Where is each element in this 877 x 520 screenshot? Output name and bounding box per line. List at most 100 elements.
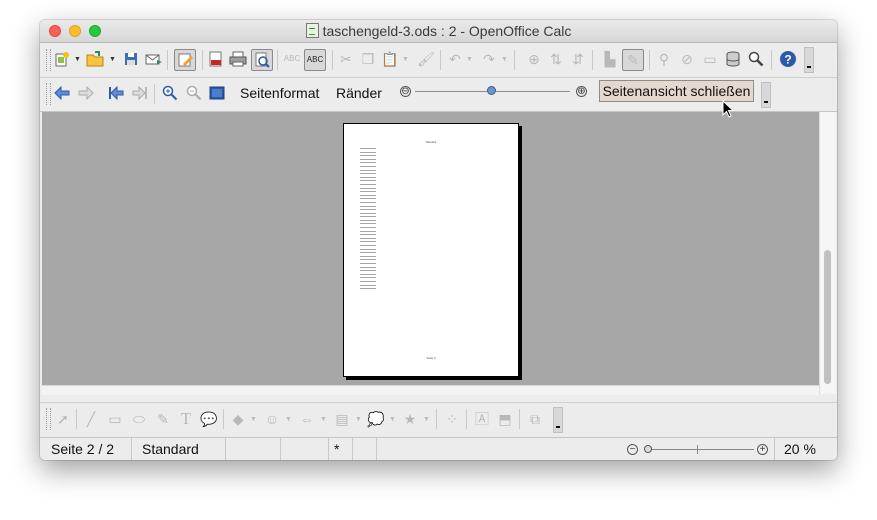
chevron-down-icon[interactable]: ▼ bbox=[109, 56, 116, 63]
toolbar-separator bbox=[436, 409, 437, 429]
standard-toolbar: ▼ ▼ ABC ABC ✂ ❐ 📋 ▼ 🖌 ↶ ▼ ↷ ▼ ⊕ ⇅ ⇵ ▙ ✎ … bbox=[40, 43, 837, 78]
toolbar-grip[interactable] bbox=[46, 49, 51, 71]
edit-file-icon[interactable] bbox=[174, 49, 196, 71]
zoom-out-icon bbox=[185, 84, 203, 102]
spreadsheet-document-icon bbox=[305, 23, 319, 38]
extrusion-icon: ⧉ bbox=[530, 411, 540, 427]
page-text-row bbox=[360, 280, 376, 282]
callouts-icon: 💭 bbox=[367, 411, 385, 427]
basic-shapes-icon: ◆ bbox=[232, 411, 244, 427]
toolbar-separator bbox=[202, 50, 203, 70]
toolbar-separator bbox=[223, 409, 224, 429]
fontwork-icon: 🄰 bbox=[475, 411, 489, 427]
toolbar-overflow-button[interactable] bbox=[553, 407, 563, 433]
symbol-shapes-icon: ☺ bbox=[264, 411, 280, 427]
page-text-row bbox=[360, 205, 376, 207]
zoom-icon[interactable] bbox=[747, 50, 765, 68]
gallery-icon: ▭ bbox=[703, 51, 717, 67]
ellipse-icon: ⬭ bbox=[133, 411, 145, 427]
page-text-row bbox=[360, 180, 376, 182]
from-file-icon: ⬒ bbox=[498, 411, 512, 427]
freeform-line-icon: ✎ bbox=[157, 411, 169, 427]
find-replace-icon: ⚲ bbox=[658, 51, 670, 67]
data-sources-icon[interactable] bbox=[724, 50, 742, 68]
toolbar-separator bbox=[76, 409, 77, 429]
full-screen-icon[interactable] bbox=[208, 84, 226, 102]
page-text-row bbox=[360, 245, 376, 247]
page-text-row bbox=[360, 270, 376, 272]
toolbar-separator bbox=[519, 409, 520, 429]
navigator-icon: ⊘ bbox=[681, 51, 693, 67]
scaling-slider-knob[interactable] bbox=[487, 86, 496, 95]
open-folder-icon[interactable] bbox=[86, 50, 104, 68]
page-text-row bbox=[360, 212, 376, 214]
page-text-row bbox=[360, 148, 376, 149]
page-text-row bbox=[360, 158, 376, 160]
page-text-row bbox=[360, 248, 376, 250]
previous-page-icon[interactable] bbox=[53, 84, 71, 102]
toolbar-overflow-button[interactable] bbox=[761, 82, 771, 108]
page-format-button[interactable]: Seitenformat bbox=[240, 85, 319, 101]
status-cell-empty bbox=[226, 438, 281, 460]
page-text-row bbox=[360, 266, 376, 268]
page-footer-text: Seite 2 bbox=[426, 356, 436, 360]
new-document-icon[interactable] bbox=[53, 50, 71, 68]
page-text-row bbox=[360, 227, 376, 229]
help-icon[interactable]: ? bbox=[779, 50, 797, 68]
vertical-scrollbar-thumb[interactable] bbox=[824, 250, 831, 384]
zoom-slider-knob[interactable] bbox=[644, 445, 653, 453]
last-page-icon bbox=[131, 84, 149, 102]
horizontal-scrollbar[interactable] bbox=[42, 385, 819, 395]
status-cell-empty bbox=[281, 438, 329, 460]
vertical-scrollbar[interactable] bbox=[819, 112, 836, 394]
zoom-out-button[interactable]: − bbox=[627, 444, 638, 455]
toolbar-separator bbox=[592, 50, 593, 70]
page-text-row bbox=[360, 165, 376, 167]
callout-icon: 💬 bbox=[200, 411, 218, 427]
zoom-slider-track[interactable] bbox=[644, 449, 754, 450]
close-preview-button[interactable]: Seitenansicht schließen bbox=[599, 80, 754, 102]
zoom-in-icon[interactable] bbox=[161, 84, 179, 102]
first-page-icon[interactable] bbox=[107, 84, 125, 102]
rectangle-icon: ▭ bbox=[108, 411, 122, 427]
scale-increase-button[interactable]: ⊕ bbox=[576, 86, 587, 97]
page-preview-icon[interactable] bbox=[251, 49, 273, 71]
print-icon[interactable] bbox=[229, 50, 247, 68]
line-icon: ╱ bbox=[86, 411, 96, 427]
toolbar-overflow-button[interactable] bbox=[804, 47, 814, 73]
zoom-percent[interactable]: 20 % bbox=[774, 438, 837, 460]
hyperlink-icon: ⊕ bbox=[528, 51, 540, 67]
margins-button[interactable]: Ränder bbox=[336, 85, 382, 101]
page-text-row bbox=[360, 230, 376, 232]
page-text-row bbox=[360, 191, 376, 193]
zoom-in-button[interactable]: + bbox=[757, 444, 768, 455]
title-bar: taschengeld-3.ods : 2 - OpenOffice Calc bbox=[40, 20, 837, 43]
modified-indicator: * bbox=[329, 438, 353, 460]
paste-icon: 📋 bbox=[381, 51, 399, 67]
export-pdf-icon[interactable] bbox=[207, 50, 225, 68]
page-style-indicator[interactable]: Standard bbox=[132, 438, 226, 460]
chevron-down-icon[interactable]: ▼ bbox=[74, 56, 81, 63]
chevron-down-icon: ▼ bbox=[250, 416, 257, 423]
page-preview-toolbar: Seitenformat Ränder ⊖ ⊕ Seitenansicht sc… bbox=[40, 78, 837, 112]
page-text-row bbox=[360, 284, 376, 286]
page-text-row bbox=[360, 277, 376, 279]
chevron-down-icon: ▼ bbox=[389, 416, 396, 423]
chevron-down-icon: ▼ bbox=[402, 56, 409, 63]
toolbar-separator bbox=[649, 50, 650, 70]
toolbar-grip[interactable] bbox=[46, 408, 51, 430]
window-title: taschengeld-3.ods : 2 - OpenOffice Calc bbox=[40, 23, 837, 39]
page-text-row bbox=[360, 273, 376, 275]
copy-icon: ❐ bbox=[361, 51, 375, 67]
page-text-row bbox=[360, 209, 376, 211]
scale-decrease-button[interactable]: ⊖ bbox=[400, 86, 411, 97]
toolbar-separator bbox=[771, 50, 772, 70]
chevron-down-icon: ▼ bbox=[320, 416, 327, 423]
autospellcheck-icon[interactable]: ABC bbox=[304, 49, 326, 71]
next-page-icon bbox=[77, 84, 95, 102]
save-icon[interactable] bbox=[122, 50, 140, 68]
stars-icon: ★ bbox=[403, 411, 417, 427]
toolbar-grip[interactable] bbox=[46, 83, 51, 105]
page-text-row bbox=[360, 173, 376, 175]
email-icon[interactable] bbox=[145, 50, 163, 68]
